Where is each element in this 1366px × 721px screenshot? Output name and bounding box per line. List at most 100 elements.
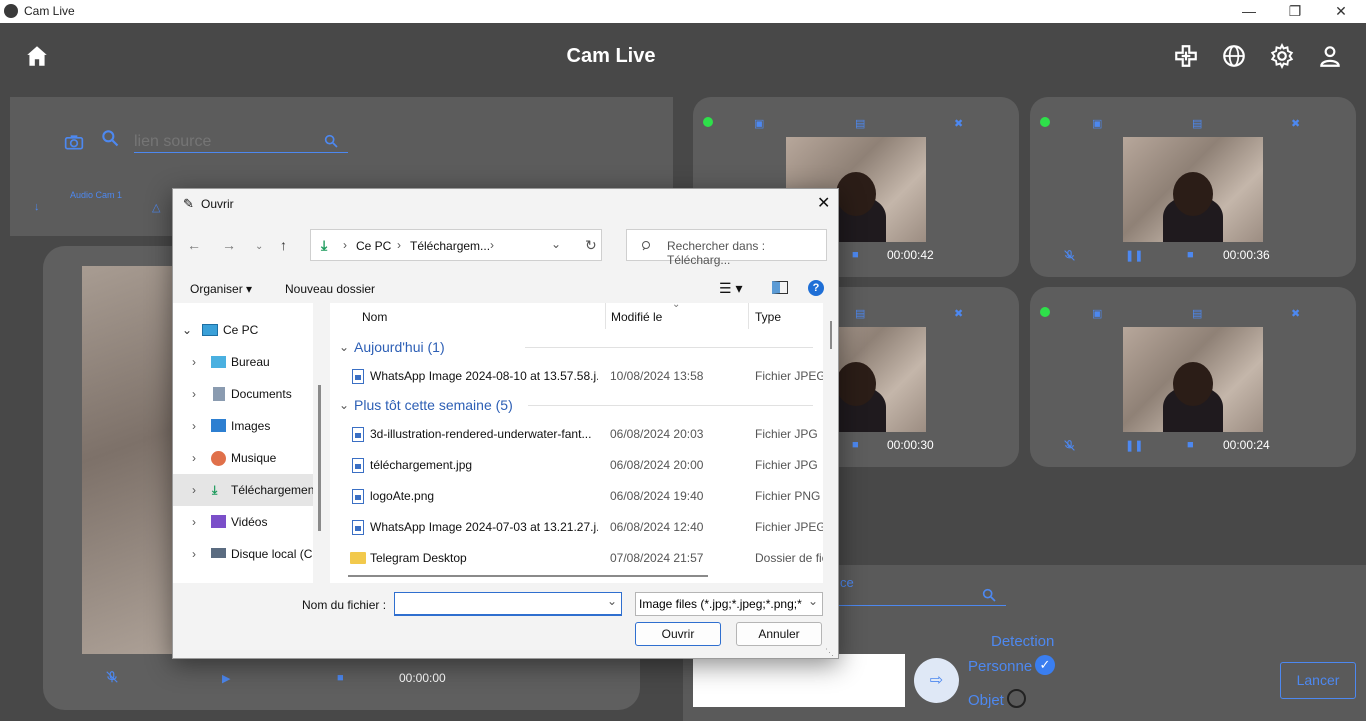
nav-item-disque-local[interactable]: › Disque local (C:): [173, 538, 313, 570]
open-button[interactable]: Ouvrir: [635, 622, 721, 646]
file-row[interactable]: logoAte.png 06/08/2024 19:40 Fichier PNG: [330, 481, 823, 512]
nav-label: Disque local (C:): [231, 547, 313, 561]
restore-button[interactable]: ❐: [1286, 2, 1304, 20]
record-icon[interactable]: ▣: [1092, 117, 1102, 130]
resize-grip-icon[interactable]: ⋱: [825, 647, 834, 658]
close-tile-icon[interactable]: ✖: [954, 117, 963, 130]
file-row[interactable]: WhatsApp Image 2024-08-10 at 13.57.58.j.…: [330, 361, 823, 392]
filename-input[interactable]: ⌄: [394, 592, 622, 616]
refresh-icon[interactable]: ↻: [585, 237, 597, 254]
save-icon[interactable]: ▤: [1192, 117, 1202, 130]
search-submit-icon[interactable]: [323, 133, 339, 149]
close-dialog-button[interactable]: ✕: [817, 193, 830, 213]
file-list-scrollbar[interactable]: [830, 321, 832, 349]
file-row[interactable]: Telegram Desktop 07/08/2024 21:57 Dossie…: [330, 543, 823, 574]
preview-pane-icon[interactable]: [772, 281, 788, 294]
expand-icon[interactable]: ›: [192, 378, 196, 410]
new-folder-button[interactable]: Nouveau dossier: [285, 282, 375, 296]
download-arrow-icon[interactable]: ↓: [34, 201, 40, 213]
dialog-title: Ouvrir: [201, 197, 234, 211]
minimize-button[interactable]: —: [1240, 2, 1258, 20]
add-camera-icon[interactable]: [1173, 43, 1199, 69]
object-radio[interactable]: [1007, 689, 1026, 708]
filename-dropdown-icon[interactable]: ⌄: [607, 594, 617, 608]
organize-button[interactable]: Organiser ▾: [190, 282, 252, 296]
view-list-icon[interactable]: ☰ ▾: [719, 280, 742, 297]
group-header[interactable]: ⌄ Plus tôt cette semaine (5): [330, 390, 823, 421]
nav-scrollbar[interactable]: [318, 385, 321, 531]
globe-icon[interactable]: [1221, 43, 1247, 69]
nav-item-ce-pc[interactable]: ⌄ Ce PC: [173, 314, 313, 346]
expand-icon[interactable]: ›: [192, 442, 196, 474]
save-icon[interactable]: ▤: [855, 307, 865, 320]
camera-icon[interactable]: [64, 133, 84, 151]
gear-icon[interactable]: [1269, 43, 1295, 69]
stop-icon[interactable]: ■: [1187, 439, 1194, 451]
file-type-filter[interactable]: Image files (*.jpg;*.jpeg;*.png;* ⌄: [635, 592, 823, 616]
nav-item-telechargements[interactable]: › ⤓ Téléchargements: [173, 474, 313, 506]
stop-icon[interactable]: ■: [337, 672, 344, 684]
nav-label: Documents: [231, 387, 292, 401]
recent-locations-icon[interactable]: ⌄: [255, 241, 263, 252]
mute-icon[interactable]: [1063, 249, 1076, 262]
pause-icon[interactable]: ❚❚: [1125, 249, 1143, 262]
address-bar[interactable]: ⤓ › Ce PC › Téléchargem... › ⌄ ↻: [310, 229, 602, 261]
column-header-type[interactable]: Type: [755, 310, 781, 324]
close-tile-icon[interactable]: ✖: [1291, 117, 1300, 130]
expand-icon[interactable]: ›: [192, 506, 196, 538]
forward-icon[interactable]: →: [222, 237, 236, 253]
horizontal-scrollbar[interactable]: [348, 575, 708, 577]
filter-dropdown-icon[interactable]: ⌄: [808, 594, 819, 608]
close-tile-icon[interactable]: ✖: [1291, 307, 1300, 320]
user-icon[interactable]: [1317, 43, 1343, 69]
address-dropdown-icon[interactable]: ⌄: [551, 237, 561, 251]
nav-item-videos[interactable]: › Vidéos: [173, 506, 313, 538]
column-divider: [748, 303, 749, 329]
file-row[interactable]: 3d-illustration-rendered-underwater-fant…: [330, 419, 823, 450]
import-button[interactable]: ⇨: [914, 658, 959, 703]
column-header-name[interactable]: Nom: [362, 310, 387, 324]
images-icon: [211, 419, 226, 432]
nav-item-bureau[interactable]: › Bureau: [173, 346, 313, 378]
stop-icon[interactable]: ■: [1187, 249, 1194, 261]
stop-icon[interactable]: ■: [852, 439, 859, 451]
source-url-input[interactable]: [134, 131, 348, 153]
help-icon[interactable]: ?: [808, 280, 824, 296]
expand-icon[interactable]: ›: [192, 410, 196, 442]
file-row[interactable]: téléchargement.jpg 06/08/2024 20:00 Fich…: [330, 450, 823, 481]
person-checkbox[interactable]: ✓: [1035, 655, 1055, 675]
search-box[interactable]: Rechercher dans : Télécharg...: [626, 229, 827, 267]
file-name: 3d-illustration-rendered-underwater-fant…: [370, 427, 592, 441]
pause-icon[interactable]: ❚❚: [1125, 439, 1143, 452]
group-header[interactable]: ⌄ Aujourd'hui (1): [330, 332, 823, 363]
search-icon[interactable]: [981, 587, 997, 603]
stop-icon[interactable]: ■: [852, 249, 859, 261]
column-header-modified[interactable]: Modifié le: [611, 310, 662, 324]
collapse-icon[interactable]: ⌄: [339, 390, 349, 421]
breadcrumb-item[interactable]: Téléchargem...: [410, 239, 490, 253]
mute-icon[interactable]: [1063, 439, 1076, 452]
play-icon[interactable]: ▶: [222, 672, 230, 685]
expand-icon[interactable]: ›: [192, 538, 196, 570]
collapse-icon[interactable]: ⌄: [339, 332, 349, 363]
nav-item-musique[interactable]: › Musique: [173, 442, 313, 474]
audio-settings-icon[interactable]: △: [152, 201, 160, 214]
close-tile-icon[interactable]: ✖: [954, 307, 963, 320]
expand-icon[interactable]: ›: [192, 346, 196, 378]
up-icon[interactable]: ↑: [280, 237, 287, 253]
expand-icon[interactable]: ›: [192, 474, 196, 506]
record-icon[interactable]: ▣: [754, 117, 764, 130]
launch-button[interactable]: Lancer: [1280, 662, 1356, 699]
back-icon[interactable]: ←: [187, 237, 201, 253]
cancel-button[interactable]: Annuler: [736, 622, 822, 646]
close-window-button[interactable]: ✕: [1332, 2, 1350, 20]
record-icon[interactable]: ▣: [1092, 307, 1102, 320]
mute-icon[interactable]: [105, 670, 119, 684]
nav-item-images[interactable]: › Images: [173, 410, 313, 442]
breadcrumb-item[interactable]: Ce PC: [356, 239, 391, 253]
nav-item-documents[interactable]: › Documents: [173, 378, 313, 410]
file-row[interactable]: WhatsApp Image 2024-07-03 at 13.21.27.j.…: [330, 512, 823, 543]
save-icon[interactable]: ▤: [855, 117, 865, 130]
save-icon[interactable]: ▤: [1192, 307, 1202, 320]
expand-icon[interactable]: ⌄: [182, 314, 192, 346]
